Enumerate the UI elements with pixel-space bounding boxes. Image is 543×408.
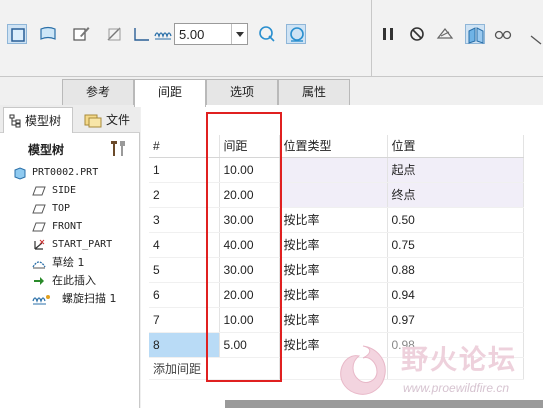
- surface-icon[interactable]: [7, 24, 27, 44]
- tree-item-helical-sweep[interactable]: 螺旋扫描 1: [0, 290, 140, 308]
- tree-item-label: PRT0002.PRT: [32, 167, 99, 178]
- location-cell[interactable]: 0.94: [387, 282, 524, 308]
- sketch-edit-icon[interactable]: [71, 24, 91, 44]
- flame-logo-icon: [340, 345, 386, 395]
- tree-item-top[interactable]: TOP: [0, 200, 140, 218]
- tree-item-label: TOP: [52, 203, 71, 214]
- collapse-arrow-icon[interactable]: [526, 28, 542, 48]
- tab-references[interactable]: 参考: [62, 79, 134, 105]
- tree-header: 模型树: [0, 135, 140, 161]
- watermark: 野火论坛 www.proewildfire.cn: [333, 336, 543, 402]
- tab-files-label: 文件: [106, 113, 131, 127]
- tree-item-label: FRONT: [52, 221, 83, 232]
- tree-item-front[interactable]: FRONT: [0, 218, 140, 236]
- part-icon: [13, 166, 27, 180]
- helical-sweep-icon: [32, 292, 50, 306]
- datum-plane-icon: [32, 220, 46, 234]
- tree-item-insert-here[interactable]: 在此插入: [0, 272, 140, 290]
- spacing-icon[interactable]: [132, 24, 152, 44]
- helix-spring-icon[interactable]: [153, 24, 173, 44]
- tab-files[interactable]: 文件: [80, 107, 140, 133]
- tab-model-tree-label: 模型树: [25, 114, 62, 128]
- coordinate-system-icon: [32, 238, 46, 252]
- folder-icon: [84, 114, 102, 128]
- surface-open-icon[interactable]: [38, 24, 58, 44]
- verify-icon[interactable]: [465, 24, 485, 44]
- glasses-icon[interactable]: [493, 24, 513, 44]
- tab-model-tree[interactable]: 模型树: [3, 107, 73, 133]
- insert-arrow-icon: [32, 274, 46, 288]
- ribbon-toolbar: 5.00: [0, 0, 543, 77]
- no-icon[interactable]: [407, 24, 427, 44]
- pause-icon[interactable]: [378, 24, 398, 44]
- tree-item-label: 在此插入: [52, 274, 96, 287]
- tree-header-label: 模型树: [28, 143, 65, 157]
- sketch-icon: [32, 256, 46, 270]
- column-header-location: 位置: [387, 135, 524, 158]
- location-type-cell[interactable]: 按比率: [279, 307, 388, 333]
- tree-item-label: SIDE: [52, 185, 77, 196]
- tools-icon[interactable]: [108, 138, 128, 158]
- column-header-location-type: 位置类型: [279, 135, 388, 158]
- tab-spacing[interactable]: 间距: [134, 79, 206, 107]
- location-cell[interactable]: 起点: [387, 157, 524, 183]
- tab-options[interactable]: 选项: [206, 79, 278, 105]
- datum-plane-icon: [32, 184, 46, 198]
- drag-icon[interactable]: [257, 24, 277, 44]
- location-type-cell[interactable]: [279, 182, 388, 208]
- location-type-cell[interactable]: 按比率: [279, 232, 388, 258]
- watermark-title: 野火论坛: [401, 345, 517, 376]
- tree-item-side[interactable]: SIDE: [0, 182, 140, 200]
- datum-plane-icon: [32, 202, 46, 216]
- location-type-cell[interactable]: 按比率: [279, 207, 388, 233]
- tree-item-label: START_PART: [52, 239, 113, 250]
- watermark-url: www.proewildfire.cn: [403, 381, 510, 395]
- tree-item-part[interactable]: PRT0002.PRT: [0, 164, 140, 182]
- tree-icon: [9, 114, 21, 128]
- location-cell[interactable]: 0.97: [387, 307, 524, 333]
- model-tree-panel: 模型树 文件 模型树 PRT0002.PRT SIDE TOP FRONT ST…: [0, 105, 140, 408]
- preview-icon[interactable]: [435, 24, 455, 44]
- spacing-column-highlight: [206, 112, 282, 382]
- location-type-cell[interactable]: 按比率: [279, 282, 388, 308]
- location-cell[interactable]: 终点: [387, 182, 524, 208]
- location-cell[interactable]: 0.75: [387, 232, 524, 258]
- location-cell[interactable]: 0.50: [387, 207, 524, 233]
- ribbon-separator: [371, 0, 372, 77]
- ribbon-bottom-border: [0, 76, 543, 77]
- spacing-value[interactable]: 5.00: [179, 27, 204, 42]
- tree-item-label: 螺旋扫描 1: [62, 292, 117, 305]
- attach-icon[interactable]: [286, 24, 306, 44]
- spacing-value-combo[interactable]: 5.00: [174, 23, 248, 45]
- tree-item-sketch[interactable]: 草绘 1: [0, 254, 140, 272]
- tree-item-label: 草绘 1: [52, 256, 85, 269]
- tree-tab-bar: 模型树 文件: [0, 105, 140, 133]
- location-cell[interactable]: 0.88: [387, 257, 524, 283]
- tree-item-start-part[interactable]: START_PART: [0, 236, 140, 254]
- chevron-down-icon[interactable]: [231, 24, 247, 44]
- location-type-cell[interactable]: 按比率: [279, 257, 388, 283]
- trim-icon[interactable]: [104, 24, 124, 44]
- location-type-cell[interactable]: [279, 157, 388, 183]
- tab-properties[interactable]: 属性: [278, 79, 350, 105]
